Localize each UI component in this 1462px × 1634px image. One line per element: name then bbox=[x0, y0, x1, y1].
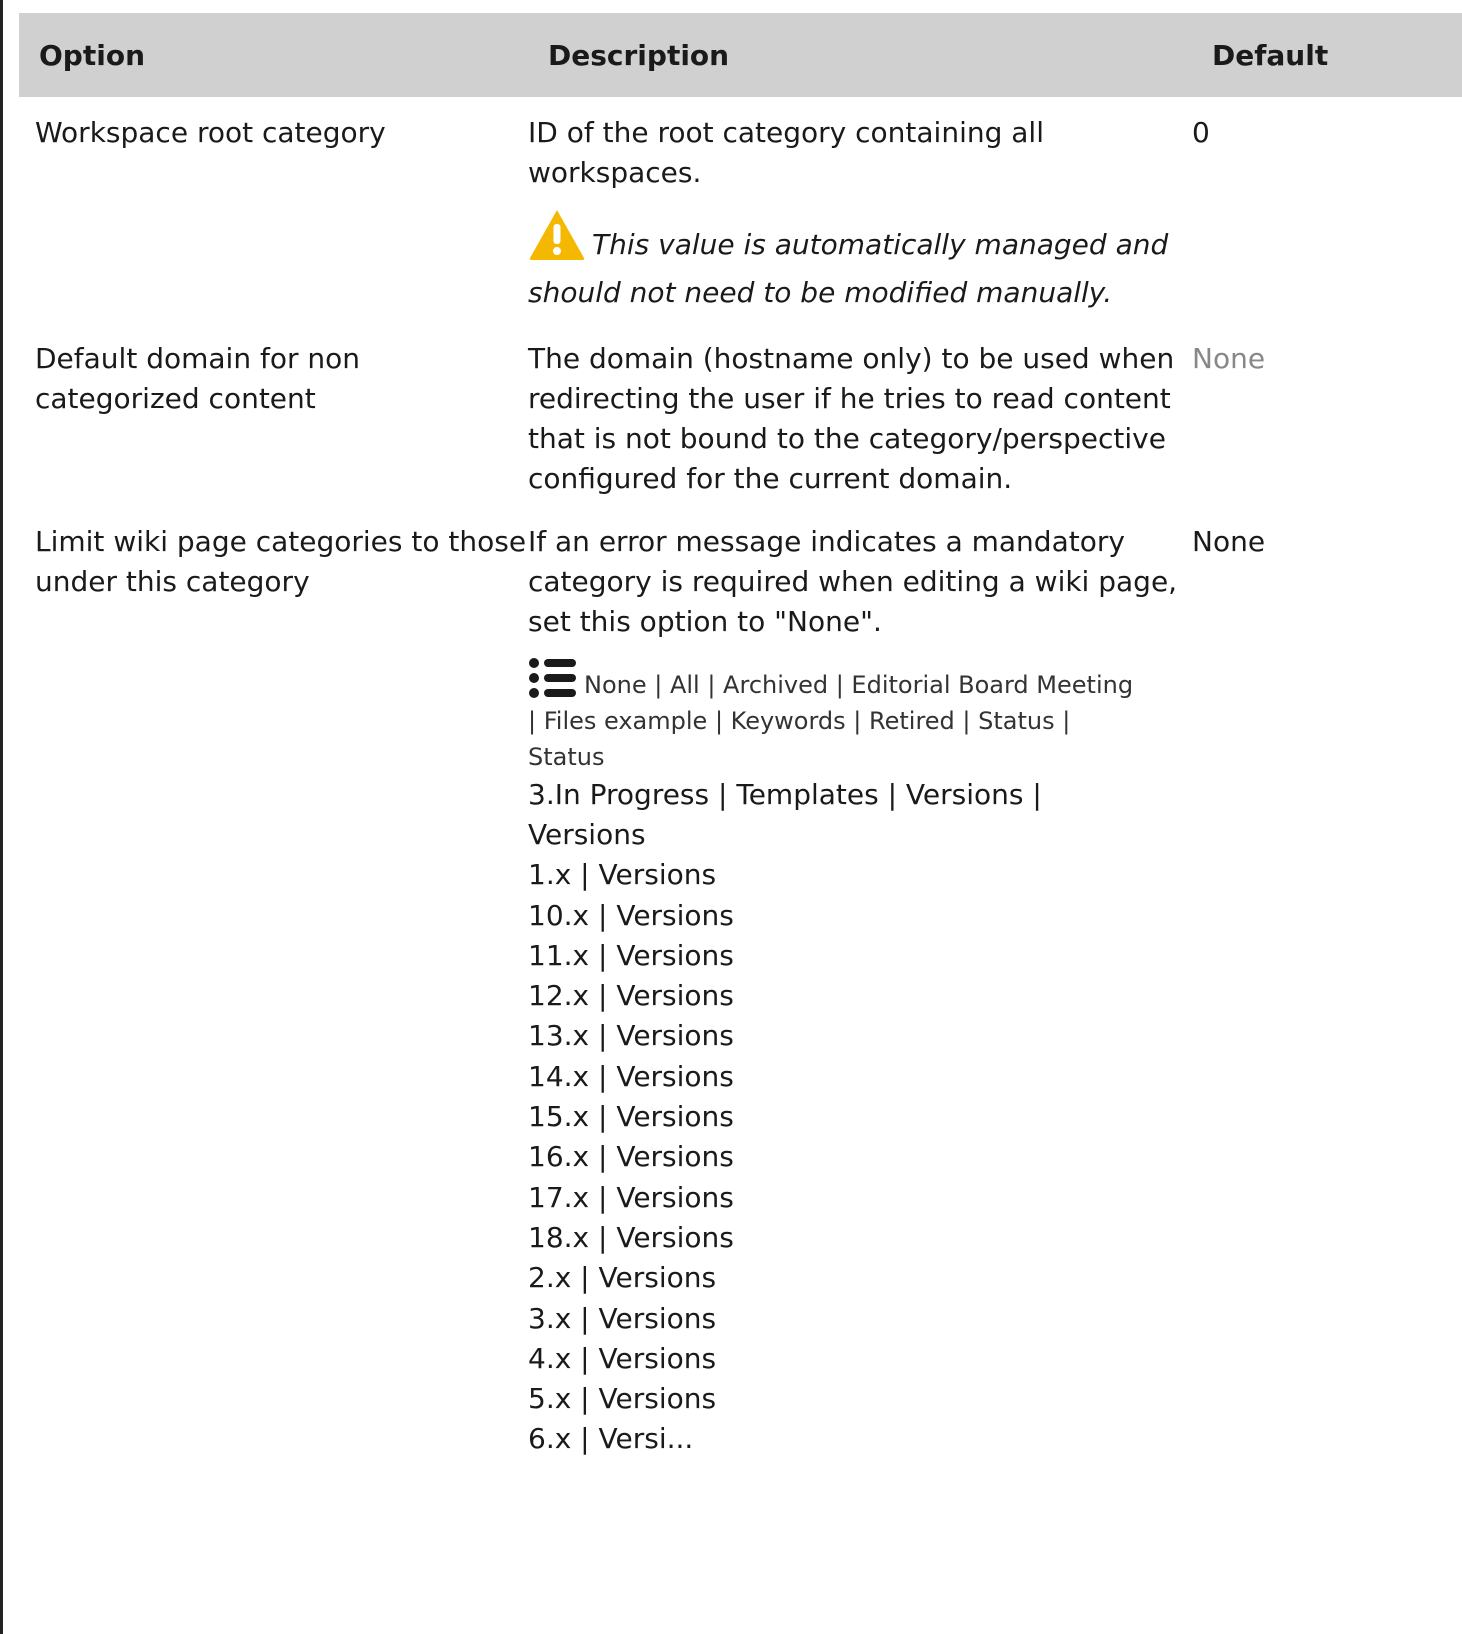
header-description: Description bbox=[528, 13, 1192, 97]
default-value: None bbox=[1192, 524, 1266, 558]
list-item: 16.x | Versions bbox=[528, 1140, 734, 1174]
list-item: 12.x | Versions bbox=[528, 979, 734, 1013]
category-list-text: None | All | Archived | Editorial Board … bbox=[584, 670, 1134, 699]
list-item: 5.x | Versions bbox=[528, 1382, 717, 1416]
list-item: 2.x | Versions bbox=[528, 1261, 717, 1295]
preferences-table: Option Description Default Workspace roo… bbox=[19, 13, 1462, 1460]
description-cell: If an error message indicates a mandator… bbox=[528, 500, 1192, 1460]
table-row: Default domain for non categorized conte… bbox=[19, 317, 1462, 500]
header-default: Default bbox=[1192, 13, 1462, 97]
description-text: ID of the root category containing all w… bbox=[528, 116, 1044, 190]
default-value: None bbox=[1192, 341, 1266, 375]
warning-triangle-icon bbox=[528, 208, 586, 262]
description-text: The domain (hostname only) to be used wh… bbox=[528, 341, 1175, 496]
warning-text: This value is automatically managed and … bbox=[528, 227, 1169, 309]
list-icon bbox=[528, 657, 578, 699]
list-item: 17.x | Versions bbox=[528, 1180, 734, 1214]
list-item: 4.x | Versions bbox=[528, 1341, 717, 1375]
category-list-text: | Files example | Keywords | Retired | S… bbox=[528, 706, 1071, 735]
list-item: 18.x | Versions bbox=[528, 1220, 734, 1254]
page-left-border bbox=[0, 0, 3, 1634]
option-name: Limit wiki page categories to those unde… bbox=[35, 524, 527, 599]
description-cell: ID of the root category containing all w… bbox=[528, 97, 1192, 317]
warning-note: This value is automatically managed and … bbox=[528, 208, 1192, 317]
table-header-row: Option Description Default bbox=[19, 13, 1462, 97]
list-item: 3.x | Versions bbox=[528, 1301, 717, 1335]
list-item: 1.x | Versions bbox=[528, 858, 717, 892]
option-name: Workspace root category bbox=[35, 116, 386, 149]
description-text: If an error message indicates a mandator… bbox=[528, 524, 1178, 639]
header-option: Option bbox=[19, 13, 528, 97]
table-row: Limit wiki page categories to those unde… bbox=[19, 500, 1462, 1460]
category-list: None | All | Archived | Editorial Board … bbox=[528, 657, 1192, 775]
list-item: Versions bbox=[528, 817, 646, 851]
list-item: 13.x | Versions bbox=[528, 1019, 734, 1053]
list-item: 11.x | Versions bbox=[528, 938, 734, 972]
category-list-text: Status bbox=[528, 742, 605, 771]
category-version-list: 3.In Progress | Templates | Versions | V… bbox=[528, 775, 1192, 1460]
option-name: Default domain for non categorized conte… bbox=[35, 341, 360, 415]
list-item: 14.x | Versions bbox=[528, 1059, 734, 1093]
table-row: Workspace root category ID of the root c… bbox=[19, 97, 1462, 317]
default-value: 0 bbox=[1192, 116, 1210, 149]
list-item: 3.In Progress | Templates | Versions | bbox=[528, 777, 1042, 811]
list-item: 6.x | Versi... bbox=[528, 1422, 694, 1456]
list-item: 10.x | Versions bbox=[528, 898, 734, 932]
list-item: 15.x | Versions bbox=[528, 1100, 734, 1134]
